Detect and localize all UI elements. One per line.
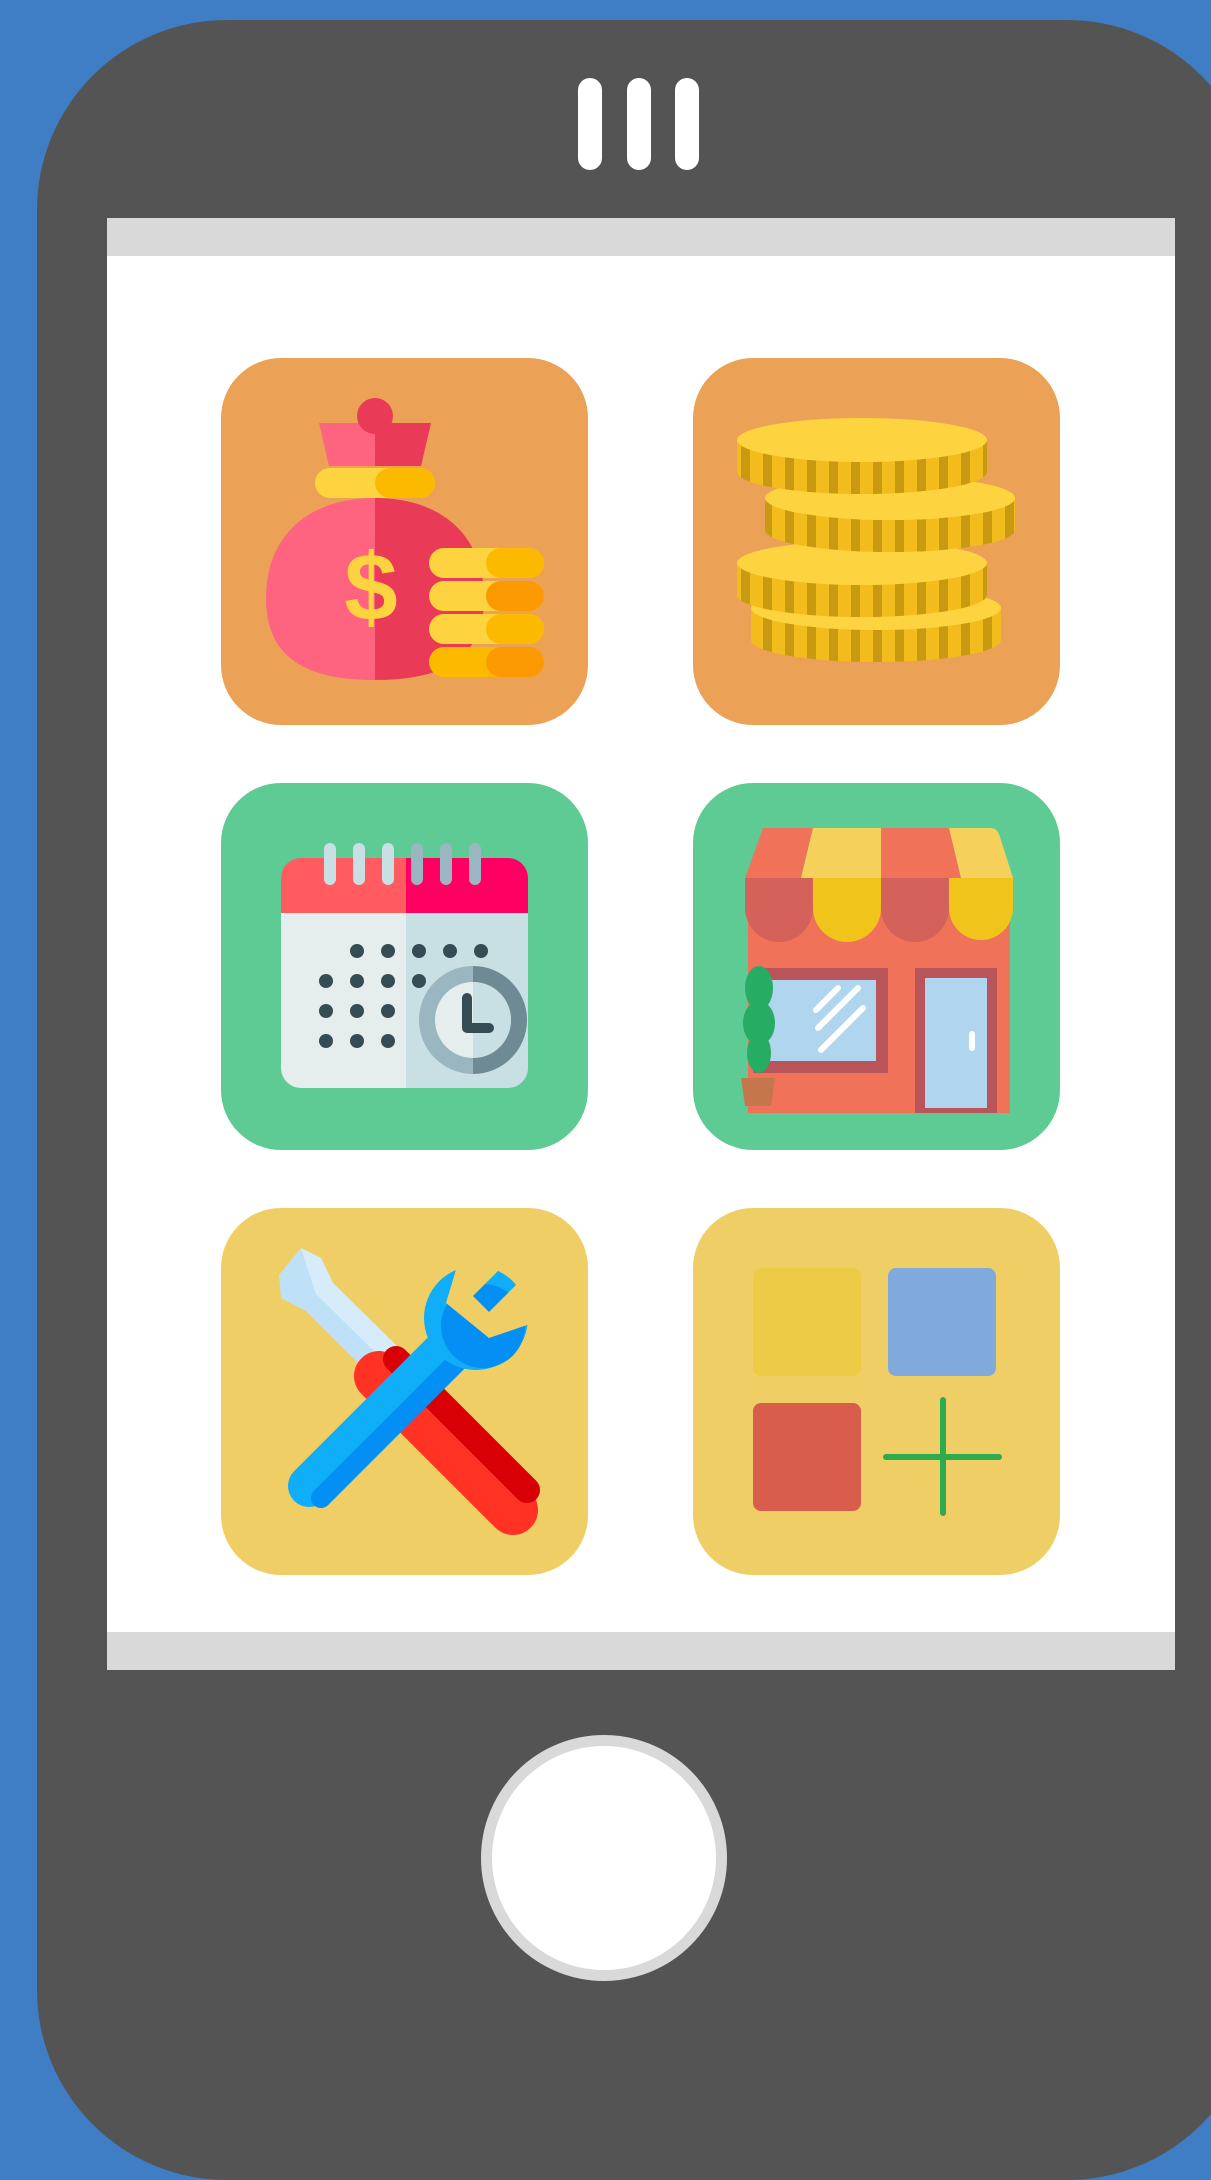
- app-coin-stack[interactable]: [693, 358, 1060, 725]
- speaker-grille: [578, 78, 738, 190]
- storefront-icon: [741, 828, 1013, 1113]
- phone-screen: $: [107, 218, 1175, 1670]
- bottom-bar: [107, 1632, 1175, 1670]
- app-calendar[interactable]: [221, 783, 588, 1150]
- app-money-bag[interactable]: $: [221, 358, 588, 725]
- add-app-icon: [753, 1268, 1002, 1516]
- calendar-clock-icon: [281, 843, 528, 1088]
- app-store[interactable]: [693, 783, 1060, 1150]
- money-bag-icon: $: [266, 398, 544, 680]
- status-bar: [107, 218, 1175, 256]
- tools-icon: [279, 1248, 540, 1535]
- home-button[interactable]: [481, 1735, 727, 1981]
- app-tools[interactable]: [221, 1208, 588, 1575]
- svg-text:$: $: [344, 534, 397, 641]
- coin-stack-icon: [737, 418, 1015, 662]
- app-add[interactable]: [693, 1208, 1060, 1575]
